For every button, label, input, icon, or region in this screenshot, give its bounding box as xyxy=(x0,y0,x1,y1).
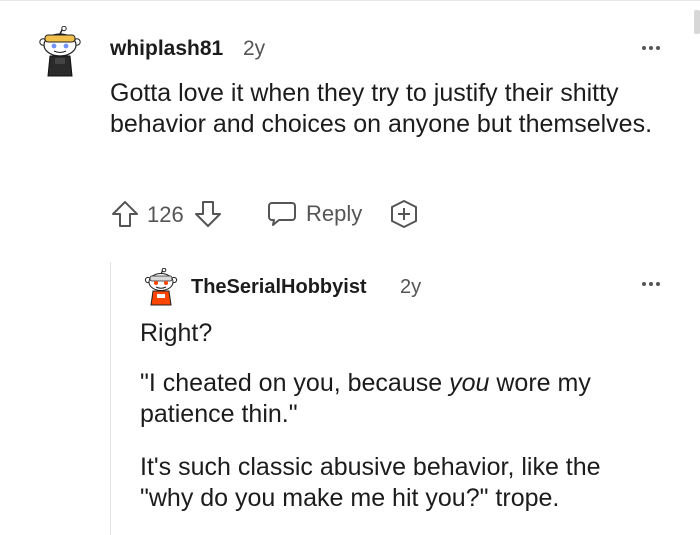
upvote-button[interactable] xyxy=(110,198,142,230)
reply-label: Reply xyxy=(306,201,363,226)
reply-paragraph-quote: "I cheated on you, because you wore my p… xyxy=(140,368,640,430)
reply-paragraph: Right? xyxy=(140,319,213,347)
more-options-icon xyxy=(642,46,646,50)
avatar[interactable] xyxy=(37,25,83,80)
scrollbar-thumb[interactable] xyxy=(694,10,700,34)
timestamp[interactable]: 2y xyxy=(400,276,421,299)
quote-text: "I cheated on you, because xyxy=(140,369,450,397)
award-plus-icon xyxy=(391,200,417,228)
downvote-button[interactable] xyxy=(193,198,225,230)
reply-button[interactable]: Reply xyxy=(266,198,362,230)
downvote-arrow-icon xyxy=(195,201,221,227)
username[interactable]: TheSerialHobbyist xyxy=(191,276,367,299)
avatar[interactable] xyxy=(143,267,179,308)
more-options-icon xyxy=(642,282,646,286)
top-divider xyxy=(0,0,700,1)
comment-body: Gotta love it when they try to justify t… xyxy=(110,79,653,138)
quote-emphasis: you xyxy=(449,369,490,397)
award-button[interactable] xyxy=(388,198,420,230)
timestamp[interactable]: 2y xyxy=(243,37,265,61)
snoo-avatar-icon xyxy=(39,25,81,77)
snoo-avatar-icon xyxy=(144,267,178,306)
thread-line[interactable] xyxy=(110,262,111,535)
more-options-button[interactable] xyxy=(640,43,668,53)
reply-bubble-icon xyxy=(268,202,296,226)
reply-paragraph: It's such classic abusive behavior, like… xyxy=(140,453,601,512)
more-options-button[interactable] xyxy=(640,279,668,289)
vote-score: 126 xyxy=(147,202,184,227)
upvote-arrow-icon xyxy=(112,201,138,227)
username[interactable]: whiplash81 xyxy=(110,37,223,61)
